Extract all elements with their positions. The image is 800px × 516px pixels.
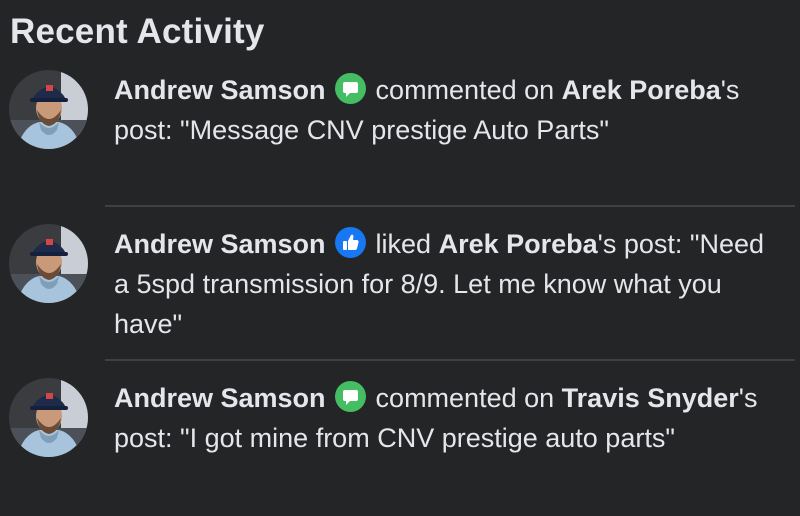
- section-title: Recent Activity: [10, 12, 265, 51]
- target-name-rest[interactable]: Poreba: [629, 75, 721, 105]
- actor-name[interactable]: Andrew Samson: [114, 75, 326, 105]
- activity-verb: commented on: [375, 383, 555, 413]
- comment-icon: [334, 381, 366, 412]
- activity-text: Andrew Samson commented on Arek Poreba's …: [114, 70, 786, 150]
- actor-name[interactable]: Andrew Samson: [114, 229, 326, 259]
- target-name[interactable]: Arek: [562, 75, 622, 105]
- activity-verb: commented on: [375, 75, 555, 105]
- post-suffix: 's post:: [597, 229, 690, 259]
- like-icon: [334, 227, 366, 258]
- actor-name[interactable]: Andrew Samson: [114, 383, 326, 413]
- divider: [105, 359, 795, 361]
- comment-icon: [334, 73, 366, 104]
- activity-text: Andrew Samson commented on Travis Snyder'…: [114, 378, 786, 458]
- target-name[interactable]: Travis: [562, 383, 640, 413]
- avatar[interactable]: [9, 70, 88, 149]
- avatar[interactable]: [9, 224, 88, 303]
- target-name[interactable]: Arek Poreba: [439, 229, 598, 259]
- activity-text: Andrew Samson liked Arek Poreba's post: "…: [114, 224, 786, 344]
- activity-verb: liked: [375, 229, 432, 259]
- post-quote[interactable]: "Message CNV prestige Auto Parts": [180, 115, 609, 145]
- recent-activity-panel: Recent Activity Andrew Samson commented o…: [0, 0, 800, 516]
- post-quote[interactable]: "I got mine from CNV prestige auto parts…: [180, 423, 675, 453]
- divider: [105, 205, 795, 207]
- target-name-rest[interactable]: Snyder: [647, 383, 739, 413]
- avatar[interactable]: [9, 378, 88, 457]
